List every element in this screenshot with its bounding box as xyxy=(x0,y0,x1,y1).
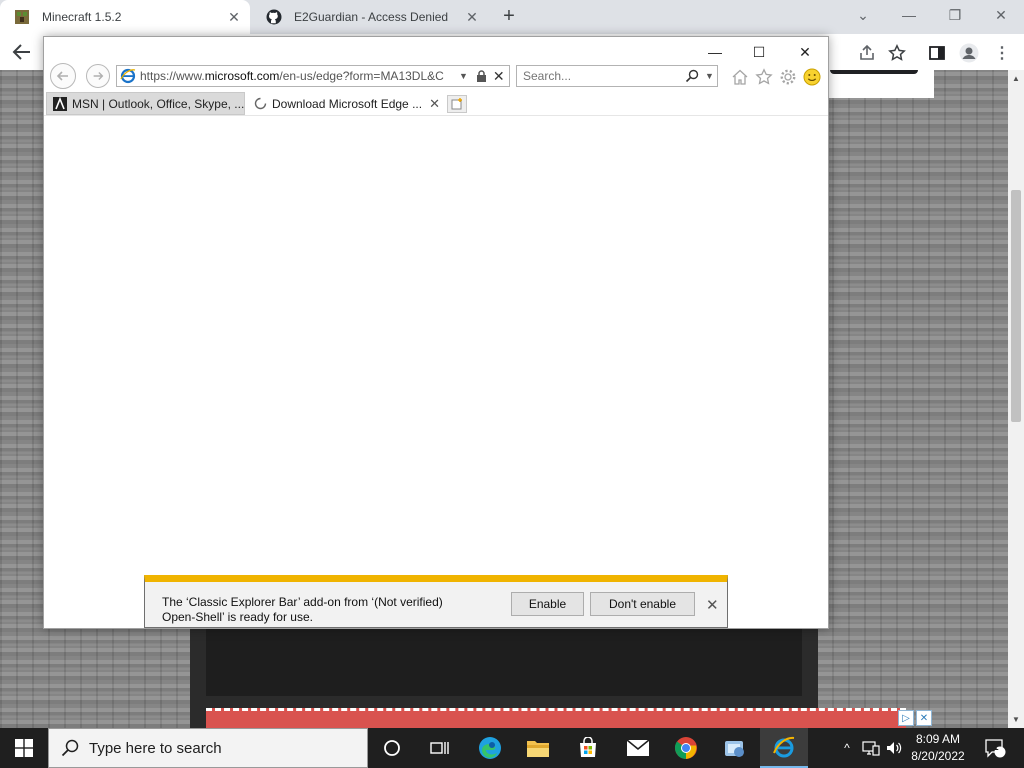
ie-search-input[interactable] xyxy=(523,69,683,83)
search-icon xyxy=(61,739,79,757)
close-tab-icon[interactable]: ✕ xyxy=(429,96,440,112)
profile-avatar-icon[interactable] xyxy=(958,42,980,64)
taskbar-search-placeholder: Type here to search xyxy=(89,739,222,757)
ie-forward-button[interactable] xyxy=(86,64,110,88)
minimize-button[interactable]: — xyxy=(886,4,932,28)
scroll-down-arrow-icon[interactable]: ▼ xyxy=(1012,715,1020,724)
ie-page-icon xyxy=(120,68,136,84)
favorites-star-icon[interactable] xyxy=(754,67,774,87)
stop-icon[interactable]: ✕ xyxy=(493,68,505,85)
edge-browser-icon[interactable] xyxy=(466,728,514,768)
search-dropdown-icon[interactable]: ▼ xyxy=(705,71,714,81)
action-center-icon[interactable]: 1 xyxy=(980,728,1010,768)
share-icon[interactable] xyxy=(856,42,878,64)
chrome-icon[interactable] xyxy=(662,728,710,768)
ie-tab-strip: MSN | Outlook, Office, Skype, ... Downlo… xyxy=(44,92,828,116)
ie-close-button[interactable]: ✕ xyxy=(782,39,828,65)
ie-tab-msn[interactable]: MSN | Outlook, Office, Skype, ... xyxy=(46,92,245,115)
file-explorer-icon[interactable] xyxy=(514,728,562,768)
page-scrollbar[interactable]: ▲ ▼ xyxy=(1008,70,1024,728)
chrome-tab-e2guardian[interactable]: E2Guardian - Access Denied ✕ xyxy=(252,0,488,34)
close-notification-icon[interactable]: ✕ xyxy=(706,596,719,614)
internet-explorer-window: — ☐ ✕ https://www.microsoft.com/en-us/ed… xyxy=(43,36,829,629)
close-tab-icon[interactable]: ✕ xyxy=(224,9,244,26)
game-frame xyxy=(190,628,906,728)
ie-new-tab-button[interactable] xyxy=(447,95,467,113)
notification-count-badge: 1 xyxy=(993,742,999,753)
taskbar-search-box[interactable]: Type here to search xyxy=(48,728,368,768)
ie-address-dropdown-icon[interactable]: ▼ xyxy=(459,71,468,81)
system-clock[interactable]: 8:09 AM 8/20/2022 xyxy=(906,731,970,765)
app-icon[interactable] xyxy=(710,728,758,768)
ie-search-box[interactable]: ▼ xyxy=(516,65,718,87)
chrome-tab-title: Minecraft 1.5.2 xyxy=(42,10,122,24)
restore-button[interactable]: ❐ xyxy=(932,4,978,28)
back-arrow-icon[interactable] xyxy=(10,40,34,64)
windows-taskbar: Type here to search ^ 8:09 AM 8/20/2022 … xyxy=(0,728,1024,768)
new-tab-button[interactable]: + xyxy=(498,6,520,28)
windows-logo-icon xyxy=(15,739,33,757)
dont-enable-addon-button[interactable]: Don't enable xyxy=(590,592,695,616)
feedback-smiley-icon[interactable] xyxy=(802,67,822,87)
lock-icon[interactable] xyxy=(476,70,487,82)
github-icon xyxy=(266,9,282,25)
chrome-tab-minecraft[interactable]: Minecraft 1.5.2 ✕ xyxy=(0,0,250,34)
menu-kebab-icon[interactable]: ⋮ xyxy=(991,42,1013,64)
scroll-up-arrow-icon[interactable]: ▲ xyxy=(1012,74,1020,83)
side-panel-icon[interactable] xyxy=(926,42,948,64)
ie-address-bar[interactable]: https://www.microsoft.com/en-us/edge?for… xyxy=(116,65,510,87)
network-icon[interactable] xyxy=(860,728,882,768)
ie-back-button[interactable] xyxy=(50,63,76,89)
game-canvas[interactable] xyxy=(206,628,802,696)
ad-choices[interactable]: ▷ ✕ xyxy=(898,710,932,726)
show-hidden-icons-chevron-icon[interactable]: ^ xyxy=(838,728,856,768)
ad-close-icon[interactable]: ✕ xyxy=(916,710,932,726)
cortana-icon[interactable] xyxy=(368,728,416,768)
ie-url-text: https://www.microsoft.com/en-us/edge?for… xyxy=(140,69,444,83)
loading-spinner-icon xyxy=(254,97,267,110)
ie-minimize-button[interactable]: — xyxy=(692,39,738,65)
addon-notification-bar: The ‘Classic Explorer Bar’ add-on from ‘… xyxy=(144,575,728,628)
ie-tab-title: Download Microsoft Edge ... xyxy=(272,96,423,111)
page-white-panel xyxy=(826,70,934,98)
tools-gear-icon[interactable] xyxy=(778,67,798,87)
chrome-tab-bar: Minecraft 1.5.2 ✕ E2Guardian - Access De… xyxy=(0,0,1024,34)
ie-tab-edge-download[interactable]: Download Microsoft Edge ... ✕ xyxy=(248,92,444,115)
task-view-icon[interactable] xyxy=(416,728,464,768)
notification-message: The ‘Classic Explorer Bar’ add-on from ‘… xyxy=(162,595,443,624)
bookmark-star-icon[interactable] xyxy=(886,42,908,64)
close-window-button[interactable]: ✕ xyxy=(978,4,1024,28)
mail-icon[interactable] xyxy=(614,728,662,768)
clock-date: 8/20/2022 xyxy=(911,749,965,763)
microsoft-store-icon[interactable] xyxy=(564,728,612,768)
minecraft-favicon-icon xyxy=(14,9,30,25)
ad-banner[interactable] xyxy=(206,708,906,728)
ie-maximize-button[interactable]: ☐ xyxy=(736,39,782,65)
clock-time: 8:09 AM xyxy=(915,732,961,746)
home-icon[interactable] xyxy=(730,67,750,87)
msn-favicon-icon xyxy=(53,96,67,111)
volume-icon[interactable] xyxy=(884,728,904,768)
adchoices-icon[interactable]: ▷ xyxy=(898,710,914,726)
search-icon[interactable] xyxy=(685,69,699,83)
ie-tab-title: MSN | Outlook, Office, Skype, ... xyxy=(72,96,244,111)
scroll-thumb[interactable] xyxy=(1011,190,1021,422)
internet-explorer-icon[interactable] xyxy=(760,728,808,768)
close-tab-icon[interactable]: ✕ xyxy=(462,9,482,26)
enable-addon-button[interactable]: Enable xyxy=(511,592,584,616)
start-button[interactable] xyxy=(0,728,48,768)
chrome-tab-title: E2Guardian - Access Denied xyxy=(294,10,449,24)
tab-search-chevron-icon[interactable]: ⌄ xyxy=(840,4,886,28)
